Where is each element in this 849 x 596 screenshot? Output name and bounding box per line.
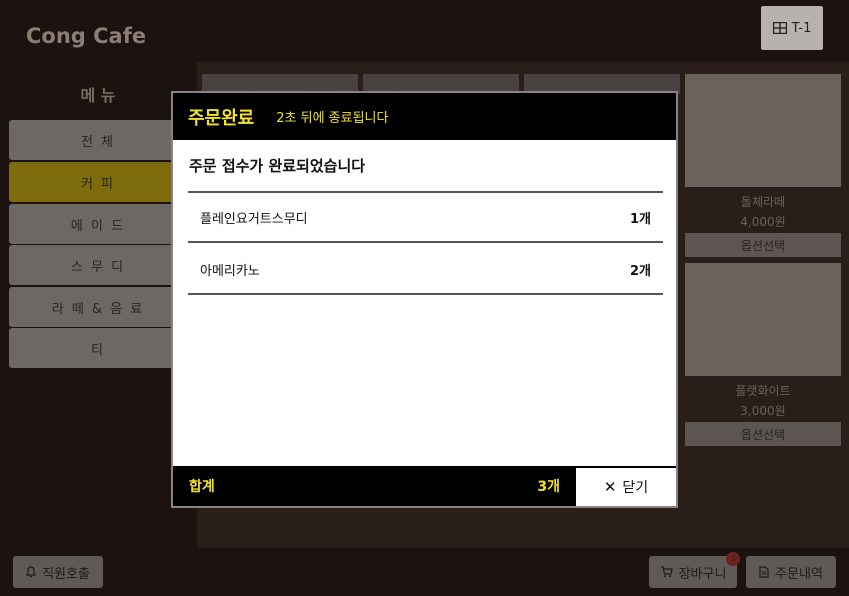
countdown-text: 2초 뒤에 종료됩니다 <box>276 111 389 126</box>
close-label: 닫기 <box>622 480 649 496</box>
item-name: 플레인요거트스무디 <box>200 211 308 227</box>
close-icon: ✕ <box>603 478 617 496</box>
total-label: 합계 <box>189 479 215 495</box>
divider <box>188 293 663 295</box>
list-item: 아메리카노 2개 <box>188 245 663 293</box>
dialog-title: 주문완료 <box>188 107 255 129</box>
confirmation-message: 주문 접수가 완료되었습니다 <box>189 157 366 175</box>
item-name: 아메리카노 <box>200 263 260 279</box>
total-quantity: 3개 <box>537 479 560 495</box>
item-quantity: 1개 <box>629 211 651 227</box>
dialog-footer: 합계 3개 ✕ 닫기 <box>173 466 676 506</box>
dialog-header: 주문완료 2초 뒤에 종료됩니다 <box>173 93 676 140</box>
order-complete-dialog: 주문완료 2초 뒤에 종료됩니다 주문 접수가 완료되었습니다 플레인요거트스무… <box>171 91 678 508</box>
list-item: 플레인요거트스무디 1개 <box>188 191 663 241</box>
order-item-list: 플레인요거트스무디 1개 아메리카노 2개 <box>188 191 663 295</box>
total-summary: 합계 3개 <box>173 466 576 506</box>
close-button[interactable]: ✕ 닫기 <box>576 466 676 506</box>
item-quantity: 2개 <box>629 263 651 279</box>
